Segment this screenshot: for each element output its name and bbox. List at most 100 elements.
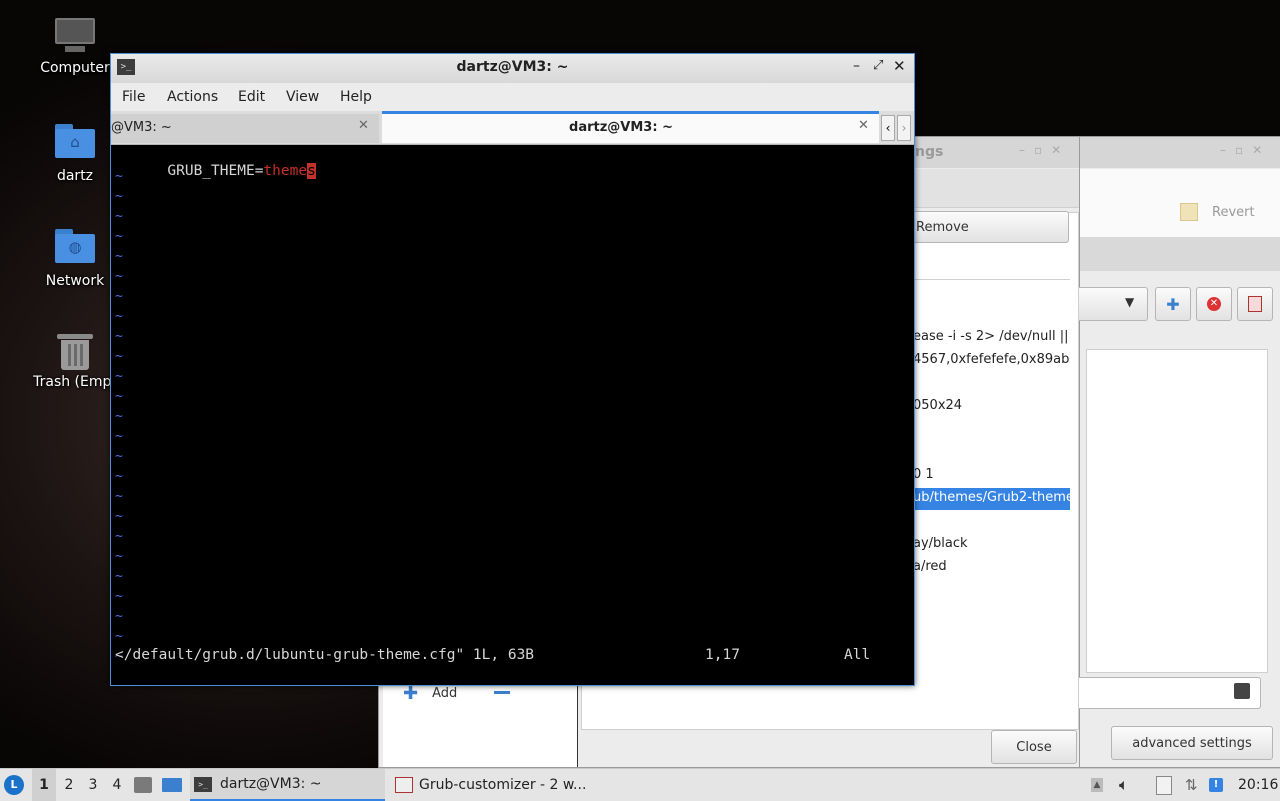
vim-tilde: ~ bbox=[115, 449, 123, 464]
terminal-window: >_ dartz@VM3: ~ – ⤢ ✕ File Actions Edit … bbox=[110, 53, 915, 686]
menu-help[interactable]: Help bbox=[340, 89, 372, 105]
add-label: Add bbox=[432, 685, 458, 701]
environment-dropdown[interactable]: ▼ bbox=[1079, 287, 1148, 321]
vim-statusline: </default/grub.d/lubuntu-grub-theme.cfg"… bbox=[115, 647, 905, 667]
workspace-2[interactable]: 2 bbox=[58, 769, 80, 801]
close-icon[interactable]: ✕ bbox=[893, 57, 906, 75]
file-manager-launcher[interactable] bbox=[134, 769, 156, 801]
menu-edit[interactable]: Edit bbox=[238, 89, 265, 105]
remove-label: Remove bbox=[916, 219, 969, 235]
tab-label: dartz@VM3: ~ bbox=[569, 120, 673, 135]
vim-tilde: ~ bbox=[115, 569, 123, 584]
task-label: Grub-customizer - 2 w... bbox=[419, 777, 587, 793]
advanced-settings-button[interactable]: advanced settings bbox=[1111, 726, 1273, 760]
vim-tilde: ~ bbox=[115, 609, 123, 624]
volume-button[interactable]: 🔈︎ bbox=[1119, 769, 1139, 801]
vim-tilde: ~ bbox=[115, 269, 123, 284]
minimize-icon[interactable]: – bbox=[853, 58, 860, 74]
vim-tilde: ~ bbox=[115, 409, 123, 424]
computer-icon bbox=[55, 16, 95, 56]
workspace-3[interactable]: 3 bbox=[82, 769, 104, 801]
revert-button[interactable]: Revert bbox=[1180, 200, 1270, 224]
settings-row[interactable]: 050x24 bbox=[913, 398, 962, 413]
terminal-title: dartz@VM3: ~ bbox=[456, 59, 569, 75]
remove-button[interactable]: Remove bbox=[905, 211, 1069, 243]
vim-status-position: 1,17 bbox=[705, 647, 740, 663]
add-env-button[interactable]: ✚ bbox=[1155, 287, 1191, 321]
clipboard-icon bbox=[1156, 775, 1172, 795]
workspace-label: 4 bbox=[112, 777, 122, 793]
vim-tilde: ~ bbox=[115, 489, 123, 504]
workspace-4[interactable]: 4 bbox=[106, 769, 128, 801]
vim-tilde: ~ bbox=[115, 589, 123, 604]
dropdown-arrow-icon: ▼ bbox=[1125, 295, 1135, 309]
env-text-area[interactable] bbox=[1086, 349, 1268, 673]
env-settings-button[interactable] bbox=[1237, 287, 1273, 321]
updates-button[interactable]: ! bbox=[1209, 769, 1225, 801]
menu-actions[interactable]: Actions bbox=[167, 89, 218, 105]
start-menu-button[interactable]: L bbox=[4, 769, 28, 801]
menu-file[interactable]: File bbox=[122, 89, 145, 105]
vim-cursor: s bbox=[307, 163, 316, 179]
vim-tilde: ~ bbox=[115, 369, 123, 384]
vim-tilde: ~ bbox=[115, 629, 123, 644]
vim-value: theme bbox=[263, 163, 308, 179]
home-folder-icon: ⌂ bbox=[55, 124, 95, 158]
tab-active[interactable]: dartz@VM3: ~ ✕ bbox=[382, 111, 879, 143]
window-title: ngs bbox=[915, 144, 944, 160]
desktop-icon bbox=[162, 778, 182, 792]
workspace-1[interactable]: 1 bbox=[32, 769, 56, 801]
terminal-titlebar[interactable]: >_ dartz@VM3: ~ – ⤢ ✕ bbox=[111, 54, 914, 83]
settings-row[interactable]: ease -i -s 2> /dev/null || bbox=[913, 329, 1069, 344]
window-controls: –▫✕ bbox=[1220, 143, 1272, 157]
vim-tilde: ~ bbox=[115, 529, 123, 544]
tab-inactive[interactable]: @VM3: ~ ✕ bbox=[111, 114, 379, 143]
terminal-tabbar: @VM3: ~ ✕ dartz@VM3: ~ ✕ ‹ › bbox=[111, 111, 914, 145]
task-grub-customizer[interactable]: Grub-customizer - 2 w... bbox=[393, 769, 593, 801]
chevron-right-icon: › bbox=[901, 121, 907, 135]
network-button[interactable]: ⇅ bbox=[1185, 769, 1205, 801]
vim-tilde: ~ bbox=[115, 329, 123, 344]
delete-icon: ✕ bbox=[1207, 297, 1221, 311]
advanced-settings-label: advanced settings bbox=[1132, 735, 1252, 751]
settings-row[interactable]: 4567,0xfefefefe,0x89abc bbox=[913, 352, 1070, 367]
settings-icon bbox=[1248, 296, 1262, 312]
clock[interactable]: 20:16 bbox=[1238, 769, 1278, 801]
show-desktop-button[interactable] bbox=[162, 769, 184, 801]
vim-tilde: ~ bbox=[115, 469, 123, 484]
network-folder-icon: ◍ bbox=[55, 229, 95, 263]
workspace-label: 2 bbox=[64, 777, 74, 793]
task-label: dartz@VM3: ~ bbox=[220, 776, 322, 792]
vim-status-file: </default/grub.d/lubuntu-grub-theme.cfg"… bbox=[115, 647, 535, 663]
vim-editor[interactable]: GRUB_THEME=themes ~ ~ ~ ~ ~ ~ ~ ~ ~ ~ ~ ~ ~ ~ ~ ~ ~ ~ ~ ~ ~ ~… bbox=[111, 145, 912, 683]
env-path-field[interactable] bbox=[1079, 677, 1261, 709]
settings-row[interactable]: a/red bbox=[913, 559, 947, 574]
clipboard-button[interactable] bbox=[1156, 769, 1176, 801]
task-terminal[interactable]: >_ dartz@VM3: ~ bbox=[190, 769, 385, 801]
minus-icon[interactable] bbox=[494, 691, 510, 694]
trash-icon bbox=[57, 330, 93, 370]
settings-row[interactable]: ay/black bbox=[913, 536, 968, 551]
terminal-menubar: File Actions Edit View Help bbox=[111, 83, 914, 111]
tab-scroll-right[interactable]: › bbox=[897, 115, 911, 141]
menu-view[interactable]: View bbox=[286, 89, 319, 105]
tray-expand-button[interactable]: ▲ bbox=[1091, 769, 1109, 801]
vim-line-1: GRUB_THEME=themes bbox=[115, 147, 316, 195]
tab-scroll-left[interactable]: ‹ bbox=[881, 115, 895, 141]
vim-status-scroll: All bbox=[844, 647, 871, 663]
tab-close-icon[interactable]: ✕ bbox=[858, 118, 869, 133]
settings-row[interactable]: 0 1 bbox=[913, 467, 934, 482]
add-button[interactable]: ✚ Add bbox=[403, 683, 483, 704]
close-button[interactable]: Close bbox=[991, 730, 1077, 764]
vim-tilde: ~ bbox=[115, 509, 123, 524]
vim-tilde: ~ bbox=[115, 389, 123, 404]
remove-env-button[interactable]: ✕ bbox=[1196, 287, 1232, 321]
vim-tilde: ~ bbox=[115, 189, 123, 204]
save-icon[interactable] bbox=[1234, 683, 1250, 699]
vim-tilde: ~ bbox=[115, 289, 123, 304]
close-label: Close bbox=[1016, 739, 1052, 755]
tab-close-icon[interactable]: ✕ bbox=[358, 118, 369, 133]
vim-tilde: ~ bbox=[115, 309, 123, 324]
maximize-icon[interactable]: ⤢ bbox=[873, 58, 883, 73]
revert-label: Revert bbox=[1212, 204, 1255, 220]
